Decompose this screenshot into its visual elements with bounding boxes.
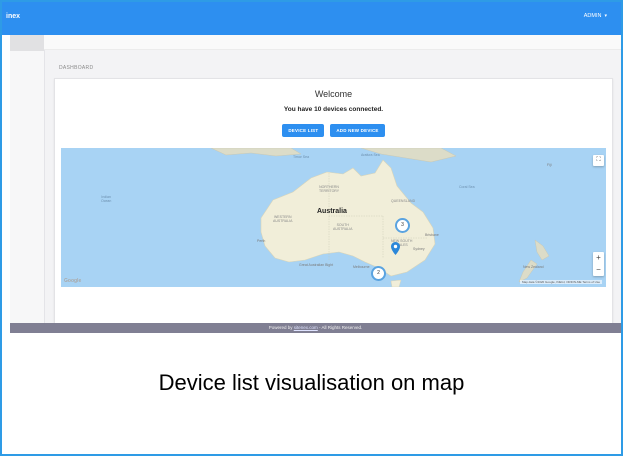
welcome-card: Welcome You have 10 devices connected. D… [54, 78, 613, 327]
queensland-label: QUEENSLAND [391, 199, 416, 203]
slide-caption: Device list visualisation on map [158, 370, 465, 395]
western-australia-label: WESTERN AUSTRALIA [273, 215, 293, 223]
app-content: DASHBOARD Welcome You have 10 devices co… [10, 35, 621, 327]
new-zealand-north-island [534, 239, 550, 261]
chevron-down-icon: ▾ [604, 13, 607, 19]
add-new-device-button[interactable]: ADD NEW DEVICE [330, 124, 385, 137]
map-pin-icon[interactable] [391, 242, 400, 255]
device-count-message: You have 10 devices connected. [283, 106, 384, 113]
great-australian-bight-label: Great Australian Bight [299, 263, 334, 267]
welcome-title: Welcome [314, 89, 353, 99]
northern-territory-label: NORTHERN TERRITORY [319, 185, 340, 193]
device-cluster-marker[interactable]: 3 [395, 218, 410, 233]
sydney-label: Sydney [413, 247, 425, 251]
perth-label: Perth [257, 239, 266, 243]
zoom-out-button[interactable]: − [593, 264, 604, 276]
brisbane-label: Brisbane [425, 233, 439, 237]
indian-ocean-label: Indian Ocean [101, 195, 112, 203]
fiji-label: Fiji [547, 163, 552, 167]
sub-header-bar [44, 35, 621, 50]
sidebar [10, 35, 45, 323]
footer-suffix: - All Rights Reserved. [317, 325, 363, 330]
footer: Powered by sitenex.com - All Rights Rese… [10, 323, 621, 333]
sidebar-header[interactable] [10, 35, 44, 51]
melbourne-label: Melbourne [353, 265, 370, 269]
user-menu[interactable]: ADMIN ▾ [584, 13, 607, 19]
device-list-button[interactable]: DEVICE LIST [282, 124, 325, 137]
device-map[interactable]: Timor Sea Arafura Sea Coral Sea Indian O… [61, 148, 606, 287]
new-zealand-south-island [518, 259, 538, 283]
action-buttons: DEVICE LIST ADD NEW DEVICE [55, 124, 612, 137]
footer-prefix: Powered by [268, 325, 294, 330]
device-cluster-marker[interactable]: 2 [371, 266, 386, 281]
top-navbar: inex ADMIN ▾ [2, 2, 621, 35]
google-logo: Google [64, 278, 82, 284]
fullscreen-icon[interactable]: ⛶ [593, 155, 604, 166]
tasmania-landmass [390, 279, 402, 287]
map-attribution[interactable]: Map data ©2020 Google, INEGI, ORION-ME T… [519, 280, 602, 284]
south-australia-label: SOUTH AUSTRALIA [333, 223, 353, 231]
new-zealand-label: New Zealand [523, 265, 544, 269]
user-menu-label: ADMIN [583, 13, 602, 19]
zoom-in-button[interactable]: + [593, 252, 604, 264]
arafura-sea-label: Arafura Sea [361, 153, 380, 157]
footer-link[interactable]: sitenex.com [294, 325, 318, 330]
coral-sea-label: Coral Sea [459, 185, 475, 189]
indonesia-landmass [210, 148, 302, 157]
zoom-control: + − [593, 252, 604, 276]
brand-logo[interactable]: inex [6, 13, 20, 20]
australia-label: Australia [317, 208, 347, 215]
screenshot-frame: inex ADMIN ▾ DASHBOARD Welcome You have … [0, 0, 623, 456]
timor-sea-label: Timor Sea [293, 155, 310, 159]
breadcrumb: DASHBOARD [59, 65, 94, 71]
